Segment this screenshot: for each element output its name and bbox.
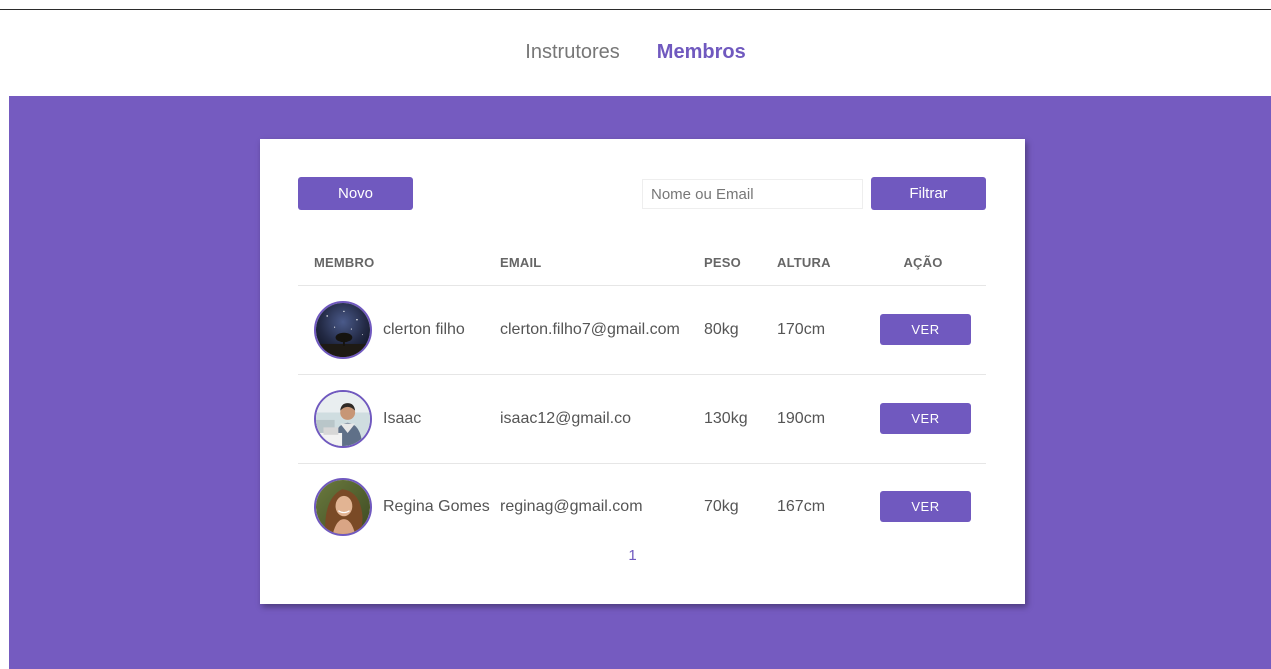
member-height: 167cm	[777, 497, 826, 515]
new-member-button[interactable]: Novo	[298, 177, 413, 210]
header-member: MEMBRO	[298, 240, 500, 286]
member-email: isaac12@gmail.co	[500, 374, 704, 464]
members-table: MEMBRO EMAIL PESO ALTURA AÇÃO clerton fi…	[298, 240, 986, 550]
nav-link-membros[interactable]: Membros	[657, 41, 746, 64]
pagination: 1	[260, 547, 1005, 564]
header-height: ALTURA	[777, 240, 860, 286]
member-weight: 130kg	[704, 374, 777, 464]
member-name: clerton filho	[383, 320, 465, 338]
member-info: Isaac	[314, 389, 500, 448]
member-height: 170cm	[777, 285, 860, 375]
header-weight: PESO	[704, 240, 777, 286]
header-email: EMAIL	[500, 240, 704, 286]
view-member-button[interactable]: VER	[880, 403, 971, 434]
member-info: clerton filho	[314, 300, 500, 359]
view-member-button[interactable]: VER	[880, 491, 971, 523]
member-info: Regina Gomes	[314, 477, 500, 536]
search-input[interactable]	[642, 179, 863, 209]
member-email: clerton.filho7@gmail.com	[500, 285, 704, 375]
member-weight: 80kg	[704, 285, 777, 375]
table-row: Isaac isaac12@gmail.co 130kg 190cm VER	[298, 374, 986, 464]
member-name: Isaac	[383, 409, 422, 427]
member-email: reginag@gmail.com	[500, 497, 643, 515]
avatar	[314, 477, 372, 536]
member-height: 190cm	[777, 374, 860, 464]
member-name: Regina Gomes	[383, 497, 490, 515]
table-row: clerton filho clerton.filho7@gmail.com 8…	[298, 285, 986, 375]
member-weight: 70kg	[704, 497, 739, 515]
main-nav: Instrutores Membros	[0, 0, 1271, 96]
filter-button[interactable]: Filtrar	[871, 177, 986, 210]
nav-link-instrutores[interactable]: Instrutores	[525, 41, 619, 64]
avatar	[314, 300, 372, 359]
page-link-current[interactable]: 1	[628, 547, 636, 564]
table-row: Regina Gomes reginag@gmail.com 70kg 167c…	[298, 463, 986, 550]
avatar	[314, 389, 372, 448]
table-header-row: MEMBRO EMAIL PESO ALTURA AÇÃO	[298, 240, 986, 286]
view-member-button[interactable]: VER	[880, 314, 971, 345]
members-card: Novo Filtrar MEMBRO EMAIL PESO ALTURA AÇ…	[260, 139, 1025, 604]
header-action: AÇÃO	[860, 240, 986, 286]
